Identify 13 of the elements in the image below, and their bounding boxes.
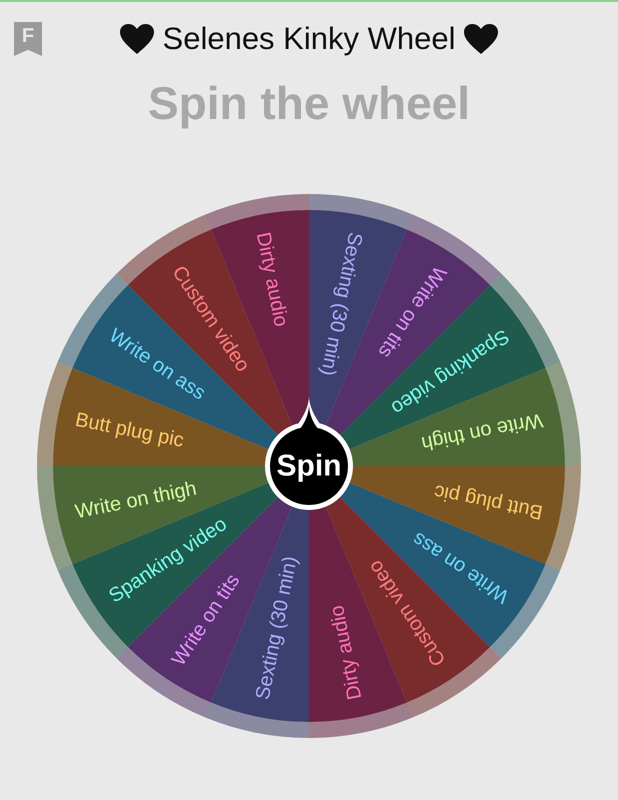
segment-label: Write on thigh: [420, 408, 545, 454]
segment-label: Dirty audio: [326, 604, 366, 702]
heart-icon: [118, 23, 155, 55]
page-heading: Spin the wheel: [148, 76, 470, 131]
app-logo: F: [14, 22, 42, 56]
segment-label: Write on thigh: [73, 478, 198, 524]
segment-label: Dirty audio: [252, 230, 292, 328]
heart-icon: [463, 23, 500, 55]
segment-label: Sexting (30 min): [252, 554, 302, 702]
app-title: Selenes Kinky Wheel: [162, 21, 456, 57]
segment-label: Butt plug pic: [73, 408, 186, 452]
segment-label: Sexting (30 min): [316, 230, 366, 378]
segment-label: Butt plug pic: [432, 480, 545, 524]
